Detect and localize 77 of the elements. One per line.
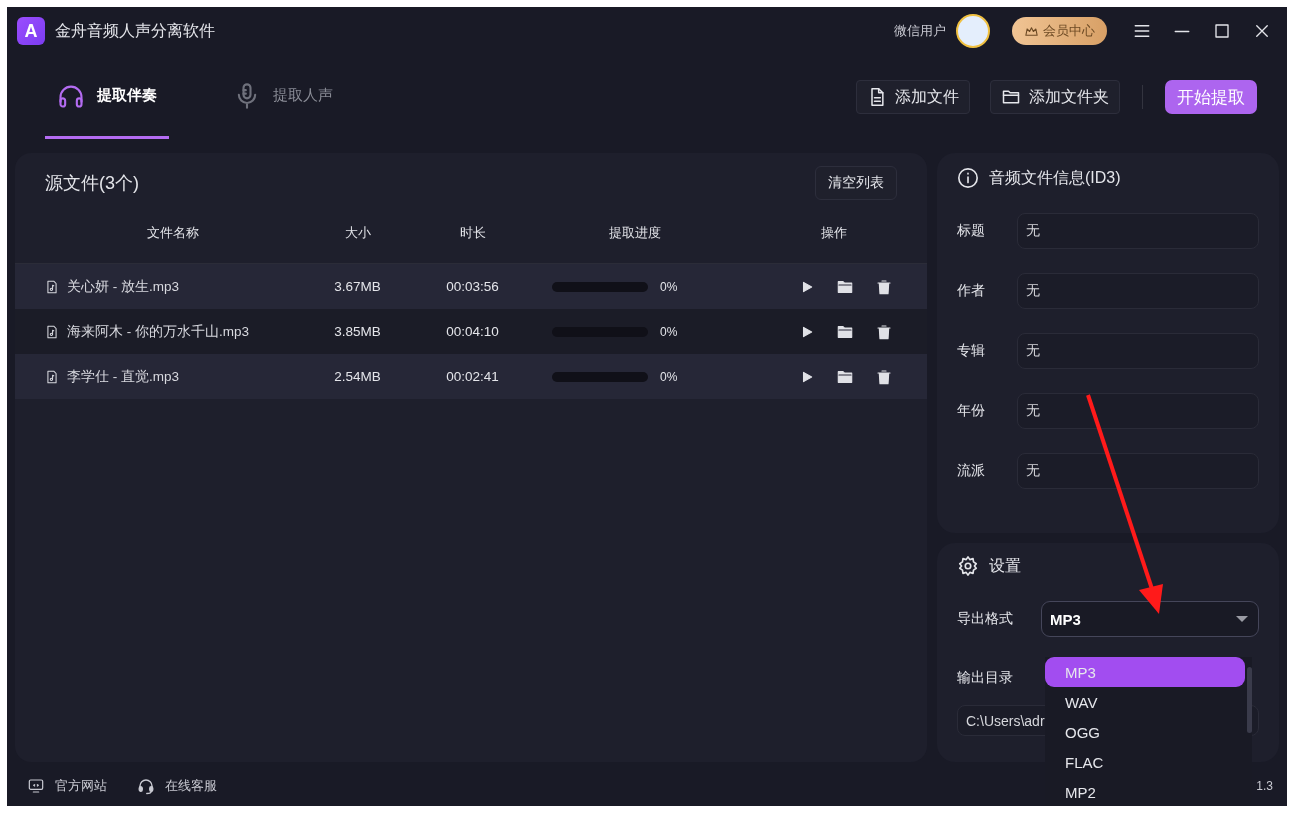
music-file-icon xyxy=(45,368,59,385)
version-label: 1.3 xyxy=(1256,779,1273,793)
folder-icon[interactable] xyxy=(836,278,854,295)
card-title: 设置 xyxy=(989,555,1021,576)
progress-percent: 0% xyxy=(660,279,678,294)
menu-icon[interactable] xyxy=(1133,22,1151,40)
footer-link[interactable]: 官方网站 xyxy=(27,777,107,795)
folder-icon[interactable] xyxy=(836,323,854,340)
trash-icon[interactable] xyxy=(876,277,892,296)
play-icon[interactable] xyxy=(800,369,814,384)
text-field[interactable]: 无 xyxy=(1017,453,1259,489)
column-header: 提取进度 xyxy=(608,224,662,242)
format-option[interactable]: OGG xyxy=(1045,717,1245,747)
format-dropdown[interactable]: MP3 xyxy=(1041,601,1259,637)
file-name: 海来阿木 - 你的万水千山.mp3 xyxy=(67,322,249,341)
play-icon[interactable] xyxy=(800,279,814,294)
add-file-button[interactable]: 添加文件 xyxy=(856,80,970,114)
app-logo: A xyxy=(17,17,45,45)
text-field[interactable]: 无 xyxy=(1017,273,1259,309)
format-option[interactable]: MP3 xyxy=(1045,657,1245,687)
maximize-icon[interactable] xyxy=(1213,22,1231,40)
start-extract-button[interactable]: 开始提取 xyxy=(1165,80,1257,114)
file-row[interactable]: 关心妍 - 放生.mp3 3.67MB 00:03:56 0% xyxy=(15,264,927,309)
column-header: 操作 xyxy=(819,224,848,242)
file-row[interactable]: 海来阿木 - 你的万水千山.mp3 3.85MB 00:04:10 0% xyxy=(15,309,927,354)
panel-title: 源文件(3个) xyxy=(45,172,139,195)
column-header: 文件名称 xyxy=(145,224,200,242)
text-field[interactable]: 无 xyxy=(1017,213,1259,249)
close-icon[interactable] xyxy=(1253,22,1271,40)
file-name: 李学仕 - 直觉.mp3 xyxy=(67,367,179,386)
trash-icon[interactable] xyxy=(876,322,892,341)
trash-icon[interactable] xyxy=(876,367,892,386)
progress-percent: 0% xyxy=(660,324,678,339)
file-size: 2.54MB xyxy=(333,369,382,384)
minimize-icon[interactable] xyxy=(1173,29,1191,33)
music-file-icon xyxy=(45,278,59,295)
file-row[interactable]: 李学仕 - 直觉.mp3 2.54MB 00:02:41 0% xyxy=(15,354,927,399)
app-title: 金舟音频人声分离软件 xyxy=(55,20,215,41)
music-file-icon xyxy=(45,323,59,340)
play-icon[interactable] xyxy=(800,324,814,339)
column-header: 时长 xyxy=(458,224,487,242)
folder-icon[interactable] xyxy=(836,368,854,385)
headset-icon xyxy=(137,777,155,795)
file-size: 3.67MB xyxy=(333,279,382,294)
file-size: 3.85MB xyxy=(333,324,382,339)
card-title: 音频文件信息(ID3) xyxy=(989,167,1121,188)
info-icon xyxy=(957,167,979,189)
format-option[interactable]: WAV xyxy=(1045,687,1245,717)
user-avatar[interactable] xyxy=(956,14,990,48)
column-header: 大小 xyxy=(343,224,372,242)
file-name: 关心妍 - 放生.mp3 xyxy=(67,277,179,296)
field-label: 年份 xyxy=(957,402,986,420)
footer-link[interactable]: 在线客服 xyxy=(137,777,217,795)
user-name: 微信用户 xyxy=(894,22,946,40)
mode-tab[interactable]: 提取人声 xyxy=(221,55,345,139)
format-option[interactable]: MP2 xyxy=(1045,777,1245,806)
text-field[interactable]: 无 xyxy=(1017,393,1259,429)
scrollbar xyxy=(1247,667,1252,733)
file-duration: 00:04:10 xyxy=(445,324,500,339)
field-label: 作者 xyxy=(957,282,986,300)
field-label: 输出目录 xyxy=(957,668,1013,687)
progress-percent: 0% xyxy=(660,369,678,384)
mode-tab[interactable]: 提取伴奏 xyxy=(45,55,169,139)
field-label: 标题 xyxy=(957,222,986,240)
field-label: 导出格式 xyxy=(957,610,1013,628)
monitor-icon xyxy=(27,778,45,794)
add-folder-button[interactable]: 添加文件夹 xyxy=(990,80,1120,114)
format-option[interactable]: FLAC xyxy=(1045,747,1245,777)
settings-icon xyxy=(957,555,979,577)
clear-list-button[interactable]: 清空列表 xyxy=(815,166,897,200)
file-duration: 00:03:56 xyxy=(445,279,500,294)
folder-icon xyxy=(1001,87,1021,107)
text-field[interactable]: 无 xyxy=(1017,333,1259,369)
member-center-button[interactable]: 会员中心 xyxy=(1012,17,1107,45)
field-label: 流派 xyxy=(957,462,986,480)
file-duration: 00:02:41 xyxy=(445,369,500,384)
field-label: 专辑 xyxy=(957,342,986,360)
